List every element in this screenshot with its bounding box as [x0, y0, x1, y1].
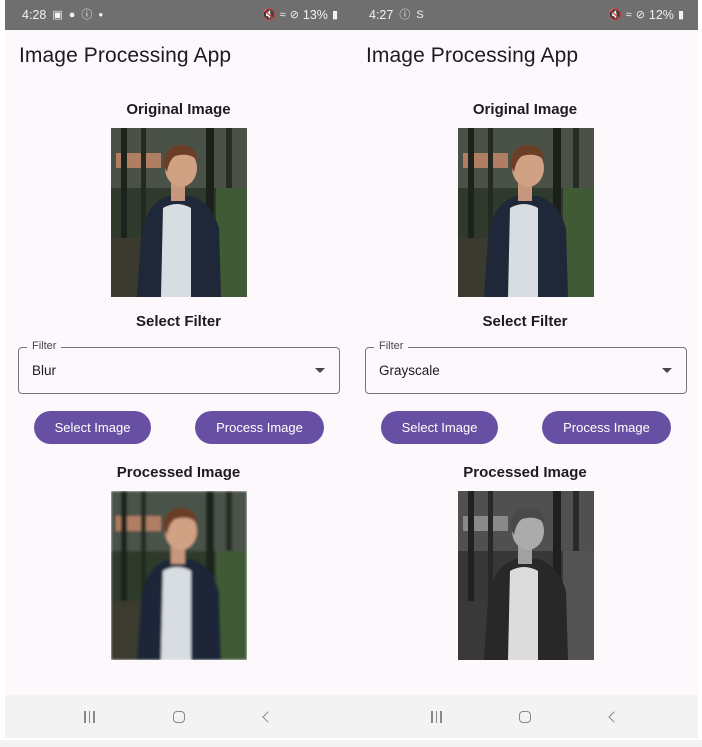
phone-screen-left: 4:28 ▣ ● ⓘ ● 🔇 ≈ ⊘ 13% ▮ Image Processin…	[5, 0, 352, 738]
mute-icon: 🔇	[607, 8, 622, 21]
do-not-disturb-icon: ⊘	[635, 8, 645, 21]
battery-icon: ▮	[331, 8, 338, 21]
original-image-label: Original Image	[472, 101, 578, 118]
bottom-strip	[0, 740, 702, 747]
app-title: Image Processing App	[366, 44, 579, 67]
status-time: 4:27	[369, 8, 394, 22]
processed-image-label: Processed Image	[116, 464, 241, 481]
bulb-icon: ●	[68, 8, 76, 21]
battery-percent: 13%	[302, 8, 328, 22]
filter-dropdown[interactable]: Filter Grayscale	[365, 340, 687, 394]
dropdown-arrow-icon[interactable]	[315, 368, 325, 373]
select-filter-label: Select Filter	[482, 313, 568, 330]
back-button[interactable]	[258, 710, 278, 723]
gallery-icon: ▣	[52, 8, 63, 21]
original-image-label: Original Image	[126, 101, 231, 118]
app-title: Image Processing App	[19, 44, 232, 67]
wifi-icon: ≈	[279, 8, 286, 21]
home-button[interactable]	[169, 710, 189, 723]
recents-button[interactable]	[426, 710, 446, 723]
filter-field-label: Filter	[374, 340, 409, 352]
status-time: 4:28	[22, 8, 47, 22]
recents-button[interactable]	[80, 710, 100, 723]
mute-icon: 🔇	[261, 8, 276, 21]
dot-icon: ●	[98, 10, 104, 19]
back-icon	[607, 710, 620, 723]
wifi-icon: ≈	[625, 8, 632, 21]
home-icon	[172, 710, 185, 723]
dropdown-arrow-icon[interactable]	[662, 368, 672, 373]
recents-icon	[80, 710, 100, 723]
processed-image	[111, 491, 247, 660]
select-image-button[interactable]: Select Image	[381, 411, 498, 444]
alert-circle-icon: ⓘ	[399, 8, 411, 21]
alert-circle-icon: ⓘ	[81, 8, 93, 21]
navigation-bar	[352, 695, 698, 738]
process-image-button[interactable]: Process Image	[195, 411, 324, 444]
battery-percent: 12%	[648, 8, 674, 22]
processed-image-label: Processed Image	[463, 464, 587, 481]
recents-icon	[426, 710, 446, 723]
select-image-button[interactable]: Select Image	[34, 411, 151, 444]
status-bar: 4:27 ⓘ S 🔇 ≈ ⊘ 12% ▮	[352, 0, 698, 30]
select-filter-label: Select Filter	[135, 313, 222, 330]
filter-selected-value: Grayscale	[379, 363, 440, 378]
original-image	[111, 128, 247, 297]
status-bar: 4:28 ▣ ● ⓘ ● 🔇 ≈ ⊘ 13% ▮	[5, 0, 352, 30]
original-image	[458, 128, 594, 297]
do-not-disturb-icon: ⊘	[289, 8, 299, 21]
filter-field-label: Filter	[27, 340, 62, 352]
processed-image	[458, 491, 594, 660]
filter-selected-value: Blur	[32, 363, 57, 378]
home-icon	[518, 710, 531, 723]
battery-icon: ▮	[677, 8, 684, 21]
process-image-button[interactable]: Process Image	[542, 411, 671, 444]
navigation-bar	[5, 695, 352, 738]
filter-dropdown[interactable]: Filter Blur	[18, 340, 340, 394]
back-icon	[261, 710, 274, 723]
back-button[interactable]	[604, 710, 624, 723]
home-button[interactable]	[515, 710, 535, 723]
s-icon: S	[416, 8, 424, 21]
phone-screen-right: 4:27 ⓘ S 🔇 ≈ ⊘ 12% ▮ Image Processing Ap…	[352, 0, 698, 738]
